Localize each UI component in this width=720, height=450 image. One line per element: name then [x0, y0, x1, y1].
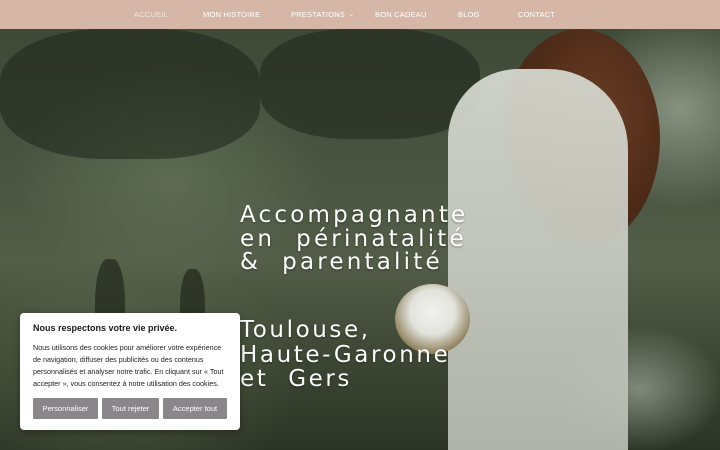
hero-location-line: Toulouse,	[240, 317, 371, 343]
hero-title: Accompagnante en périnatalité & parental…	[240, 202, 469, 275]
cookie-button-group: Personnaliser Tout rejeter Accepter tout	[33, 398, 227, 419]
accept-all-button[interactable]: Accepter tout	[163, 398, 227, 419]
nav-item-blog[interactable]: BLOG	[458, 0, 480, 29]
nav-item-prestations[interactable]: PRESTATIONS ⌄	[291, 0, 354, 29]
cookie-banner-text: Nous utilisons des cookies pour améliore…	[33, 343, 224, 388]
reject-all-button[interactable]: Tout rejeter	[102, 398, 159, 419]
customize-button[interactable]: Personnaliser	[33, 398, 98, 419]
hero-location: Toulouse, Haute-Garonne et Gers	[240, 318, 450, 392]
nav-item-prestations-label: PRESTATIONS	[291, 10, 346, 19]
hero-title-line: & parentalité	[240, 249, 443, 275]
nav-item-mon-histoire[interactable]: MON HISTOIRE	[203, 0, 260, 29]
cookie-banner-title: Nous respectons votre vie privée.	[33, 323, 178, 333]
nav-item-contact[interactable]: CONTACT	[518, 0, 555, 29]
top-navigation: ACCUEIL MON HISTOIRE PRESTATIONS ⌄ BON CA…	[0, 0, 720, 29]
hero-location-line: et Gers	[240, 366, 353, 392]
hero-location-line: Haute-Garonne	[240, 341, 451, 368]
chevron-down-icon[interactable]: ⌄	[349, 1, 354, 30]
nav-item-accueil[interactable]: ACCUEIL	[134, 0, 168, 29]
hero-title-line: en périnatalité	[240, 225, 467, 252]
hero-title-line: Accompagnante	[240, 202, 469, 228]
nav-item-bon-cadeau[interactable]: BON CADEAU	[375, 0, 427, 29]
cookie-consent-banner: Nous respectons votre vie privée. Nous u…	[20, 313, 240, 430]
